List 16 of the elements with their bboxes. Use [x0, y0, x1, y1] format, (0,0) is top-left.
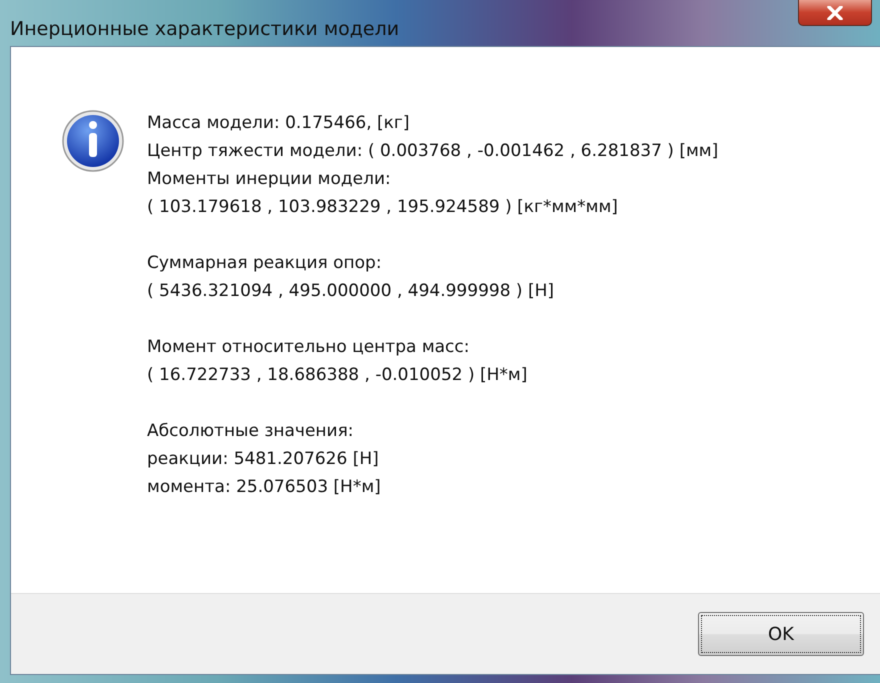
message-line: Центр тяжести модели: ( 0.003768 , -0.001462 , 6.281837 ) [мм]	[147, 140, 718, 163]
close-button[interactable]	[798, 0, 872, 26]
message-line: Моменты инерции модели:	[147, 168, 392, 191]
message-line: Абсолютные значения:	[147, 420, 355, 443]
message-line: ( 103.179618 , 103.983229 , 195.924589 ) [кг*мм*мм]	[147, 196, 619, 219]
message-line: Суммарная реакция опор:	[147, 252, 383, 275]
message-line: Момент относительно центра масс:	[147, 336, 470, 359]
window-title: Инерционные характеристики модели	[10, 18, 400, 40]
ok-button[interactable]: OK	[698, 612, 864, 656]
close-icon	[827, 6, 843, 20]
message-line: ( 16.722733 , 18.686388 , -0.010052 ) [Н*м]	[147, 364, 528, 387]
message-line: ( 5436.321094 , 495.000000 , 494.999998 ) [Н]	[147, 280, 556, 303]
message-line: Масса модели: 0.175466, [кг]	[147, 112, 410, 135]
info-icon	[61, 109, 125, 173]
message-line: момента: 25.076503 [Н*м]	[147, 476, 382, 499]
message-line: реакции: 5481.207626 [Н]	[147, 448, 380, 471]
